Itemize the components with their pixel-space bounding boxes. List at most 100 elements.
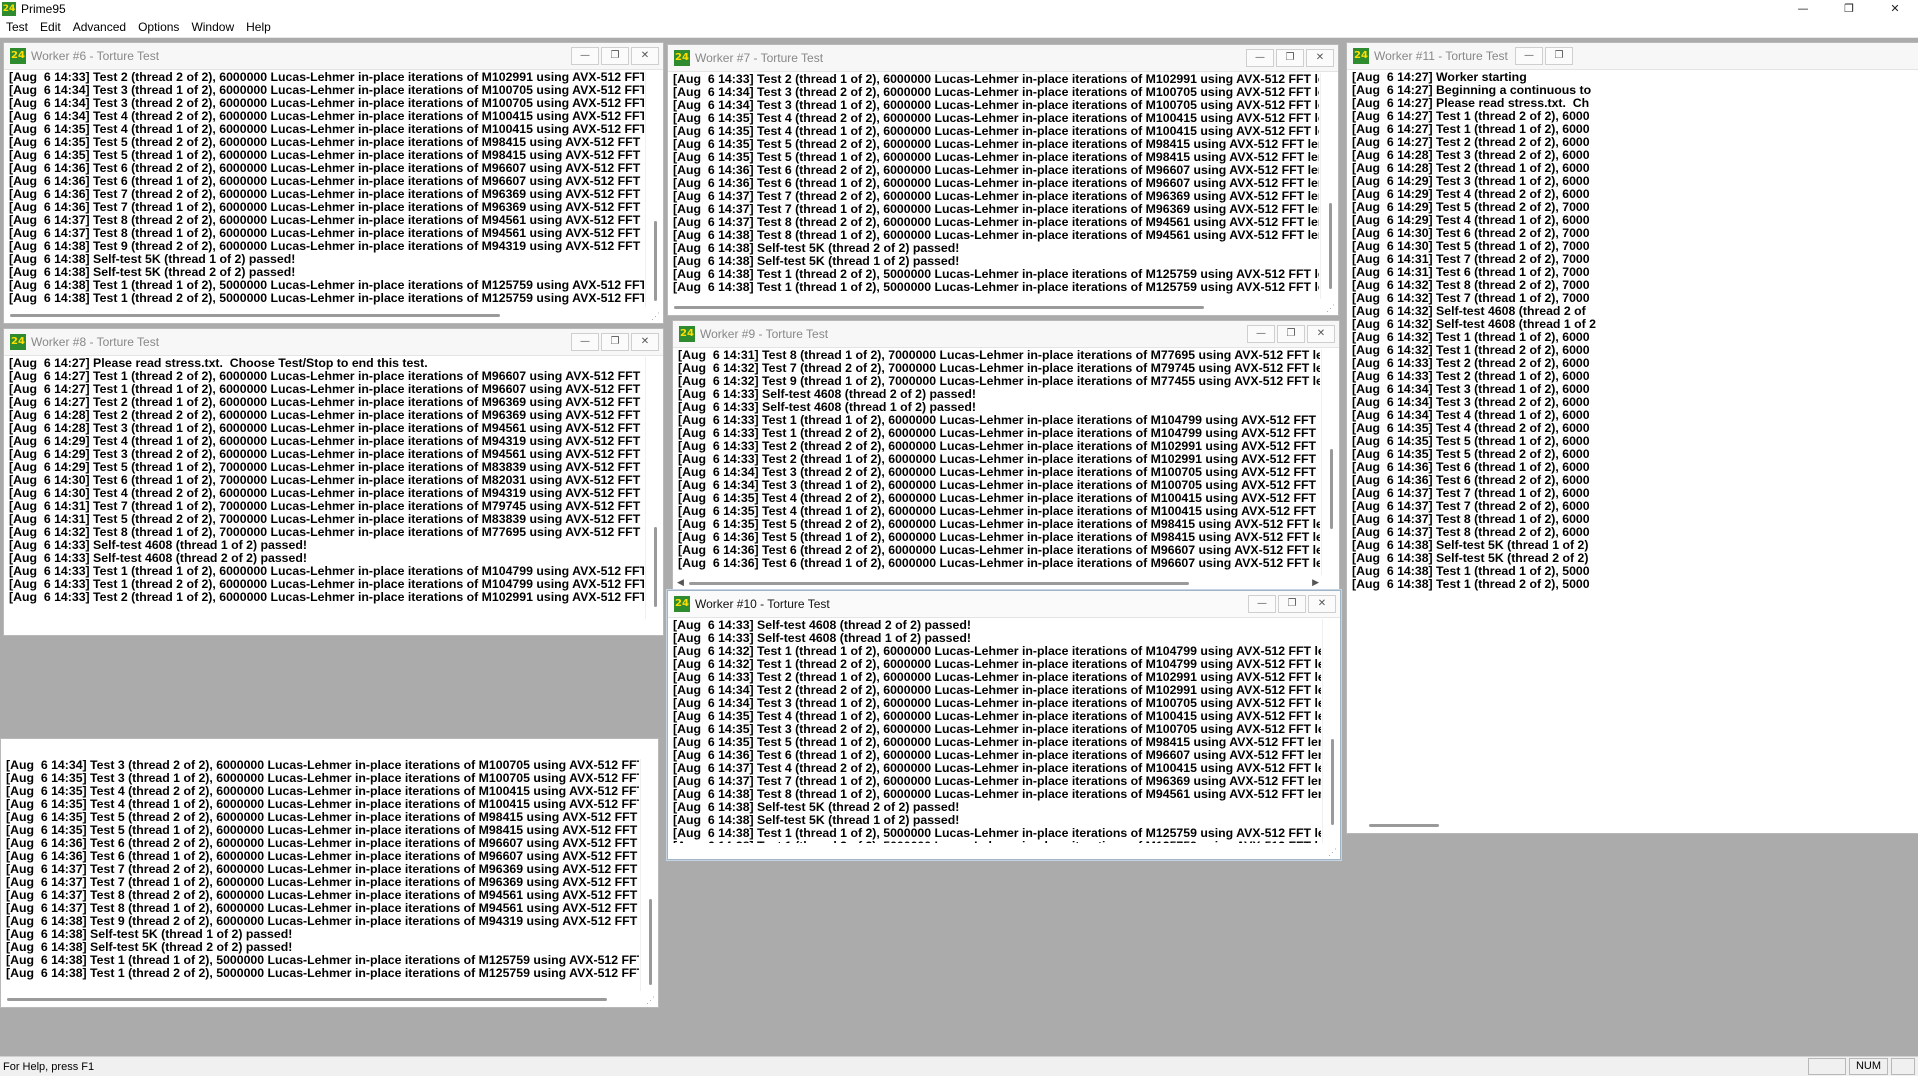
child-window-controls: — ❐ ✕ [1245,325,1335,343]
app-title: Prime95 [21,1,66,16]
menu-bar: Test Edit Advanced Options Window Help [0,17,1918,38]
worker-7-window[interactable]: 24 Worker #7 - Torture Test — ❐ ✕ [Aug 6… [667,44,1339,316]
scrollbar-thumb[interactable] [1369,824,1439,827]
child-window-controls: — ❐ ✕ [1246,595,1336,613]
close-button[interactable]: ✕ [1308,595,1336,613]
horizontal-scrollbar[interactable] [670,300,1320,314]
window-titlebar[interactable]: 24 Worker #9 - Torture Test — ❐ ✕ [673,321,1339,348]
maximize-button[interactable]: ❐ [1278,595,1306,613]
log-line: [Aug 6 14:38] Test 1 (thread 2 of 2), 50… [9,291,644,305]
vertical-scrollbar[interactable] [640,759,657,991]
resize-grip[interactable]: ⋰ [1328,847,1338,857]
maximize-button[interactable]: ❐ [601,47,629,65]
minimize-button[interactable]: — [1780,0,1826,17]
window-titlebar[interactable]: 24 Worker #10 - Torture Test — ❐ ✕ [668,591,1340,618]
scrollbar-thumb[interactable] [10,314,500,317]
close-button[interactable]: ✕ [1307,325,1335,343]
menu-advanced[interactable]: Advanced [67,20,132,34]
prime95-icon: 24 [679,326,695,342]
maximize-button[interactable]: ❐ [1276,49,1304,67]
worker-log: [Aug 6 14:27] Please read stress.txt. Ch… [9,357,644,619]
window-title: Worker #9 - Torture Test [700,327,829,341]
scrollbar-thumb[interactable] [1330,449,1333,529]
worker-log: [Aug 6 14:33] Test 2 (thread 1 of 2), 60… [673,73,1319,299]
status-help-text: For Help, press F1 [3,1060,95,1073]
vertical-scrollbar[interactable] [1320,73,1337,299]
maximize-button[interactable]: ❐ [601,333,629,351]
close-button[interactable]: ✕ [631,47,659,65]
window-title: Worker #11 - Torture Test [1374,49,1508,63]
close-button[interactable]: ✕ [1306,49,1334,67]
prime95-icon: 24 [674,50,690,66]
scrollbar-thumb[interactable] [689,582,1189,585]
num-lock-indicator: NUM [1848,1058,1888,1075]
child-window-controls: — ❐ ✕ [1244,49,1334,67]
horizontal-scrollbar[interactable] [1349,818,1549,832]
scrollbar-thumb[interactable] [1331,739,1334,825]
horizontal-scrollbar[interactable]: ◀ ▶ [675,576,1321,590]
vertical-scrollbar[interactable] [1321,349,1338,575]
menu-options[interactable]: Options [132,20,185,34]
worker-10-window[interactable]: 24 Worker #10 - Torture Test — ❐ ✕ [Aug … [667,590,1341,860]
worker-log: [Aug 6 14:31] Test 8 (thread 1 of 2), 70… [678,349,1320,575]
scrollbar-thumb[interactable] [1329,203,1332,289]
menu-help[interactable]: Help [240,20,277,34]
log-line: [Aug 6 14:38] Test 1 (thread 2 of 2), 50… [6,966,639,980]
worker-6-window[interactable]: 24 Worker #6 - Torture Test — ❐ ✕ [Aug 6… [3,42,664,324]
vertical-scrollbar[interactable] [645,357,662,619]
child-window-controls: — ❐ ✕ [569,47,659,65]
scroll-left-icon[interactable]: ◀ [677,578,684,588]
worker-log: [Aug 6 14:33] Test 2 (thread 2 of 2), 60… [9,71,644,307]
window-titlebar[interactable]: 24 Worker #6 - Torture Test — ❐ ✕ [4,43,663,70]
restore-button[interactable]: ❐ [1826,0,1872,17]
worker-window-hidden[interactable]: [Aug 6 14:34] Test 3 (thread 2 of 2), 60… [0,738,659,1008]
minimize-button[interactable]: — [1246,49,1274,67]
child-window-controls: — ❐ [1513,47,1573,65]
close-button[interactable]: ✕ [631,333,659,351]
menu-window[interactable]: Window [185,20,240,34]
menu-edit[interactable]: Edit [34,20,67,34]
window-titlebar[interactable]: 24 Worker #11 - Torture Test — ❐ [1347,43,1918,70]
status-pane-extra [1891,1058,1915,1075]
scrollbar-thumb[interactable] [674,306,1204,309]
worker-log: [Aug 6 14:34] Test 3 (thread 2 of 2), 60… [6,759,639,991]
log-line: [Aug 6 14:33] Test 2 (thread 1 of 2), 60… [9,590,644,604]
scrollbar-thumb[interactable] [649,899,652,985]
maximize-button[interactable]: ❐ [1545,47,1573,65]
window-titlebar[interactable]: 24 Worker #7 - Torture Test — ❐ ✕ [668,45,1338,72]
vertical-scrollbar[interactable] [1322,619,1339,843]
vertical-scrollbar[interactable] [645,71,662,307]
horizontal-scrollbar[interactable] [6,308,645,322]
resize-grip[interactable]: ⋰ [1326,303,1336,313]
close-button[interactable]: ✕ [1872,0,1918,17]
app-window-controls: — ❐ ✕ [1780,0,1918,17]
horizontal-scrollbar[interactable] [3,992,640,1006]
minimize-button[interactable]: — [1515,47,1543,65]
worker-11-window[interactable]: 24 Worker #11 - Torture Test — ❐ [Aug 6 … [1346,42,1918,834]
worker-9-window[interactable]: 24 Worker #9 - Torture Test — ❐ ✕ [Aug 6… [672,320,1340,592]
mdi-client-area: [Aug 6 14:34] Test 3 (thread 2 of 2), 60… [0,38,1918,1056]
log-line: [Aug 6 14:38] Test 1 (thread 1 of 2), 50… [673,280,1319,294]
scroll-right-icon[interactable]: ▶ [1312,578,1319,588]
maximize-button[interactable]: ❐ [1277,325,1305,343]
prime95-icon: 24 [10,334,26,350]
status-pane-empty [1807,1058,1846,1075]
worker-8-window[interactable]: 24 Worker #8 - Torture Test — ❐ ✕ [Aug 6… [3,328,664,636]
prime95-icon: 24 [10,48,26,64]
resize-grip[interactable]: ⋰ [646,995,656,1005]
minimize-button[interactable]: — [1247,325,1275,343]
scrollbar-thumb[interactable] [654,527,657,607]
prime95-icon: 24 [1353,48,1369,64]
scrollbar-thumb[interactable] [654,221,657,301]
minimize-button[interactable]: — [571,333,599,351]
prime95-icon: 24 [2,1,16,16]
resize-grip[interactable]: ⋰ [651,311,661,321]
scrollbar-thumb[interactable] [7,998,607,1001]
child-window-controls: — ❐ ✕ [569,333,659,351]
menu-test[interactable]: Test [0,20,34,34]
status-bar: For Help, press F1 NUM [0,1056,1918,1076]
minimize-button[interactable]: — [571,47,599,65]
log-line: [Aug 6 14:38] Test 1 (thread 2 of 2), 50… [1352,577,1590,591]
window-titlebar[interactable]: 24 Worker #8 - Torture Test — ❐ ✕ [4,329,663,356]
minimize-button[interactable]: — [1248,595,1276,613]
